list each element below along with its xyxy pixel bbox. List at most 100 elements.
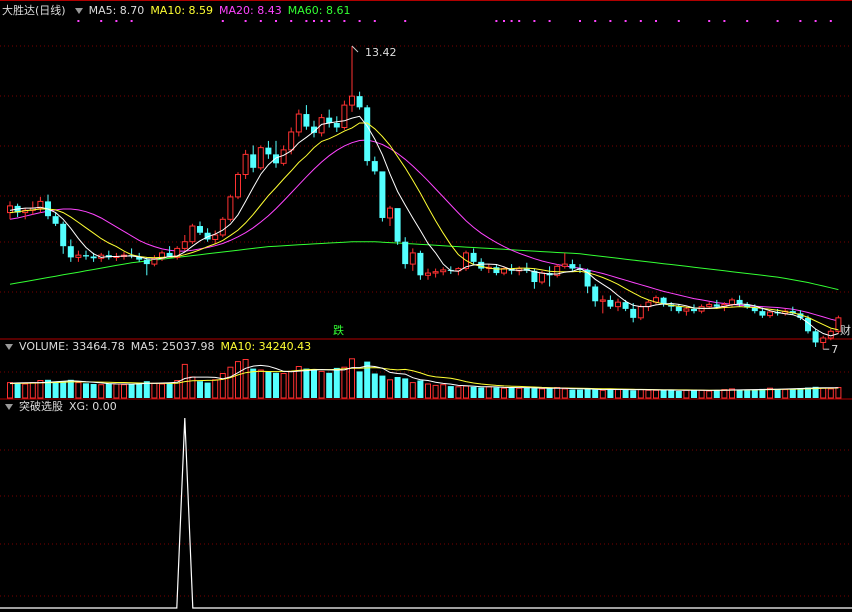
signal-dot — [115, 20, 118, 22]
volume-bar — [592, 389, 599, 398]
candle-body — [691, 308, 697, 312]
candle-body — [333, 123, 340, 128]
candle-body — [432, 271, 439, 274]
candle-body — [364, 107, 371, 162]
candle-body — [52, 216, 59, 224]
volume-bar — [387, 379, 393, 399]
candle-body — [394, 208, 401, 242]
volume-bar — [14, 383, 21, 398]
volume-bar — [364, 361, 371, 398]
main-panel-header: 大胜达(日线) MA5: 8.70 MA10: 8.59 MA20: 8.43 MA60… — [2, 4, 356, 18]
volume-bar — [569, 389, 576, 398]
candle-body — [820, 337, 827, 343]
volume-bar — [645, 389, 652, 399]
candle-body — [60, 223, 67, 247]
volume-bar — [303, 368, 310, 398]
candle-body — [675, 306, 682, 312]
signal-dot — [814, 20, 817, 22]
signal-dot — [290, 20, 293, 22]
ma60-line — [9, 241, 839, 291]
volume-bar — [265, 371, 272, 398]
volume-bar — [691, 389, 697, 398]
candle-body — [402, 241, 409, 265]
volume-bar — [820, 387, 827, 399]
volume-bar — [356, 371, 363, 398]
volume-bar — [485, 386, 492, 399]
candle-body — [189, 225, 196, 243]
candle-body — [599, 299, 606, 302]
volume-bar — [622, 389, 629, 398]
volume-bar — [136, 382, 143, 398]
signal-dot — [609, 20, 612, 22]
signal-dot — [328, 20, 331, 22]
volume-bar — [417, 380, 424, 398]
ma10-line — [9, 122, 839, 331]
dropdown-icon[interactable] — [74, 7, 83, 14]
ma5-line — [9, 115, 839, 337]
volume-bar — [584, 388, 591, 398]
volume-bar — [736, 389, 743, 398]
signal-dot — [533, 20, 536, 22]
candle-body — [470, 252, 477, 262]
volume-bar — [288, 370, 295, 399]
volume-bar — [379, 375, 386, 398]
candle-body — [827, 330, 834, 339]
signal-dot — [677, 20, 680, 22]
volume-bar — [22, 383, 29, 399]
candle-body — [371, 161, 378, 172]
candle-body — [417, 252, 424, 276]
volume-bar — [561, 388, 568, 399]
candle-body — [273, 154, 279, 164]
candle-body — [683, 308, 690, 312]
candle-body — [729, 299, 735, 305]
volume-bar — [835, 387, 842, 399]
volume-bar — [432, 384, 439, 399]
dropdown-icon[interactable] — [5, 343, 13, 350]
candle-body — [219, 218, 226, 236]
signal-dot — [579, 20, 581, 22]
volume-bar — [744, 390, 751, 398]
volume-bar — [349, 358, 355, 399]
volume-ma5-legend: MA5: 25037.98 — [130, 340, 215, 353]
volume-bar — [675, 391, 682, 398]
candle-body — [812, 331, 819, 343]
candle-body — [227, 196, 234, 220]
volume-bar — [447, 386, 454, 398]
volume-bar — [326, 372, 333, 398]
volume-bar — [67, 379, 74, 398]
signal-dot — [746, 20, 749, 22]
volume-bar — [721, 389, 728, 399]
volume-bar — [151, 382, 158, 399]
volume-bar — [508, 387, 515, 398]
dropdown-icon[interactable] — [5, 403, 13, 410]
candle-body — [493, 267, 500, 274]
signal-dot — [518, 20, 521, 22]
signal-dot — [77, 20, 80, 22]
candle-body — [759, 311, 766, 316]
candle-body — [630, 308, 637, 318]
signal-dot — [343, 20, 346, 22]
indicator-panel-header: 突破选股 XG: 0.00 — [2, 400, 123, 414]
volume-bar — [204, 382, 211, 398]
volume-bar — [250, 368, 257, 398]
indicator-title: 突破选股 — [19, 400, 63, 413]
volume-bar — [455, 386, 462, 399]
volume-bar — [83, 383, 89, 398]
volume-bar — [311, 370, 317, 398]
volume-bar — [402, 378, 409, 398]
volume-bar — [463, 385, 469, 399]
candle-body — [235, 174, 241, 198]
signal-dot — [373, 20, 376, 22]
candle-body — [295, 113, 302, 133]
candle-body — [212, 234, 219, 240]
volume-bar — [425, 383, 431, 399]
volume-bar — [554, 387, 561, 399]
volume-bar — [637, 389, 644, 399]
candle-body — [265, 147, 272, 155]
candle-body — [83, 255, 89, 257]
candle-body — [250, 154, 257, 168]
candle-body — [767, 311, 773, 317]
volume-bar — [577, 389, 583, 398]
volume-bar — [242, 359, 249, 399]
volume-bar — [227, 366, 234, 399]
